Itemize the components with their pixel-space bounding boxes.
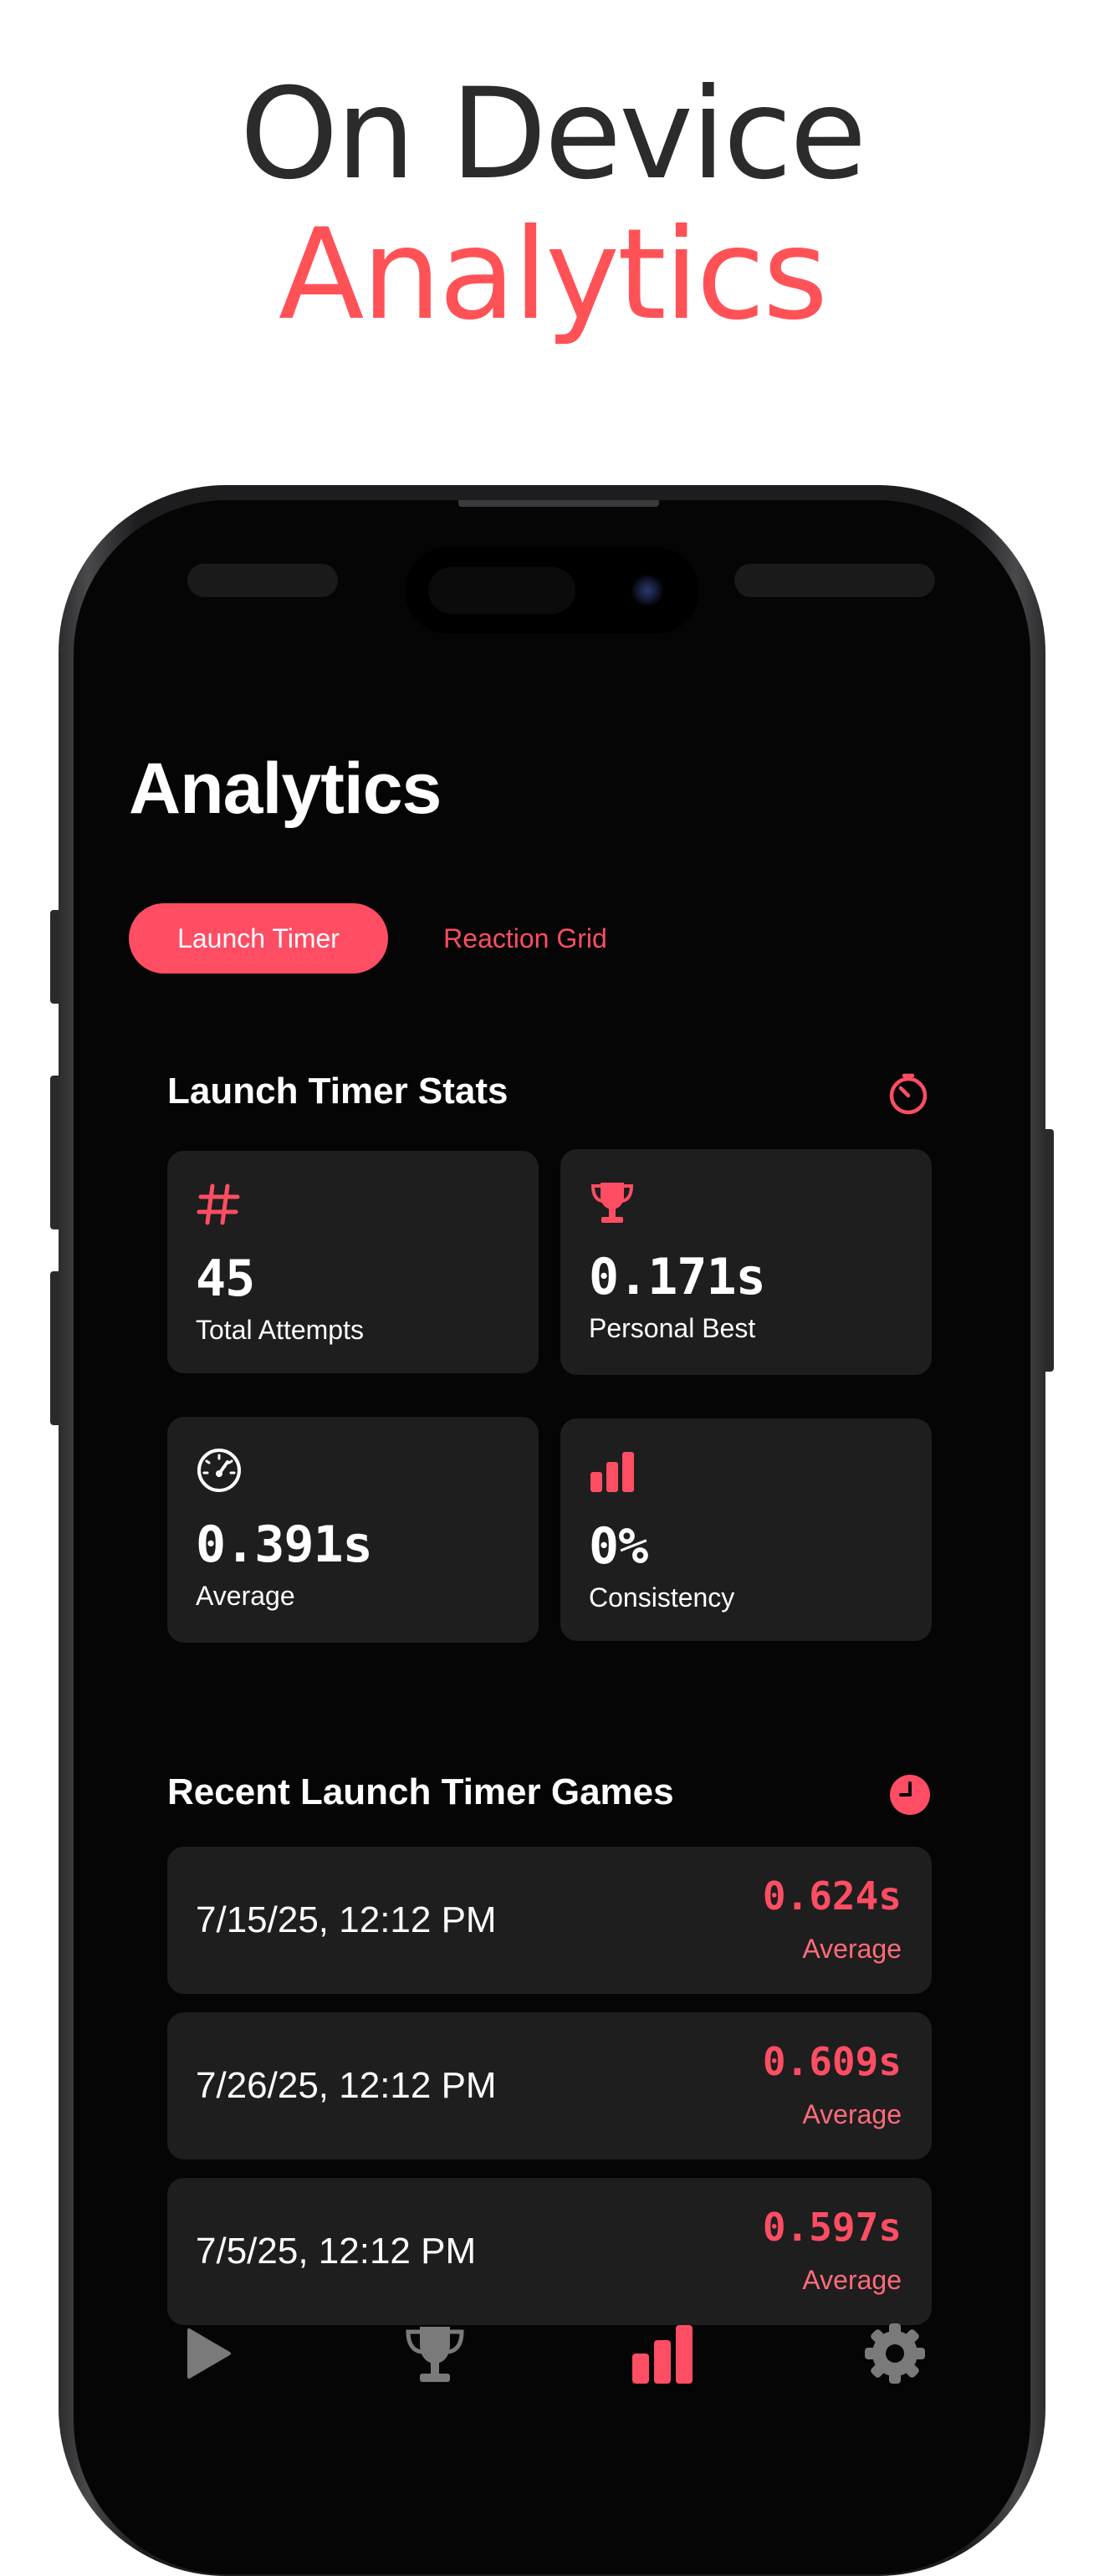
hash-icon — [197, 1183, 240, 1225]
headline-line-1: On Device — [239, 62, 867, 207]
gear-icon[interactable] — [861, 2320, 928, 2387]
stat-card-personal-best: 0.171s Personal Best — [560, 1149, 932, 1375]
page-title: Analytics — [129, 749, 442, 829]
stat-value: 0.391s — [196, 1515, 373, 1574]
clock-icon — [890, 1775, 930, 1815]
timer-icon — [889, 1073, 928, 1115]
game-average-label: Average — [802, 2265, 902, 2295]
list-item[interactable]: 7/15/25, 12:12 PM 0.624s Average — [167, 1847, 932, 1994]
game-date: 7/5/25, 12:12 PM — [196, 2231, 477, 2272]
game-average-time: 0.597s — [762, 2205, 902, 2250]
camera-icon — [631, 574, 664, 607]
phone-screen: Analytics Launch Timer Reaction Grid Lau… — [74, 500, 1030, 2574]
game-date: 7/26/25, 12:12 PM — [196, 2065, 497, 2106]
play-icon[interactable] — [174, 2320, 241, 2387]
stat-card-consistency: 0% Consistency — [560, 1418, 932, 1641]
stat-value: 45 — [196, 1250, 255, 1308]
stat-label: Total Attempts — [196, 1315, 364, 1345]
tab-reaction-grid[interactable]: Reaction Grid — [417, 903, 634, 974]
stat-label: Average — [196, 1581, 295, 1611]
stat-value: 0.171s — [589, 1248, 766, 1306]
stat-label: Personal Best — [589, 1313, 756, 1343]
tab-launch-timer[interactable]: Launch Timer — [129, 903, 388, 974]
trophy-icon — [590, 1183, 634, 1223]
dynamic-island — [405, 547, 699, 634]
game-date: 7/15/25, 12:12 PM — [196, 1899, 497, 1940]
game-average-label: Average — [802, 2099, 902, 2129]
headline-line-2: Analytics — [278, 202, 828, 348]
stats-section-title: Launch Timer Stats — [167, 1071, 509, 1112]
sensor-left — [187, 564, 338, 597]
list-item[interactable]: 7/26/25, 12:12 PM 0.609s Average — [167, 2012, 932, 2159]
game-average-label: Average — [802, 1934, 902, 1964]
list-item[interactable]: 7/5/25, 12:12 PM 0.597s Average — [167, 2178, 932, 2325]
stat-card-total-attempts: 45 Total Attempts — [167, 1151, 539, 1373]
recent-section-title: Recent Launch Timer Games — [167, 1771, 674, 1812]
bezel-top-strip — [458, 500, 659, 507]
game-average-time: 0.609s — [762, 2039, 902, 2084]
island-sensor — [428, 567, 575, 614]
bar-chart-icon — [590, 1452, 634, 1492]
sensor-right — [734, 564, 935, 597]
stat-label: Consistency — [589, 1582, 735, 1613]
trophy-icon[interactable] — [401, 2320, 468, 2387]
speedometer-icon — [197, 1449, 241, 1492]
game-average-time: 0.624s — [762, 1873, 902, 1919]
bar-chart-icon[interactable] — [629, 2320, 696, 2387]
stat-value: 0% — [589, 1517, 648, 1576]
stat-card-average: 0.391s Average — [167, 1417, 539, 1643]
